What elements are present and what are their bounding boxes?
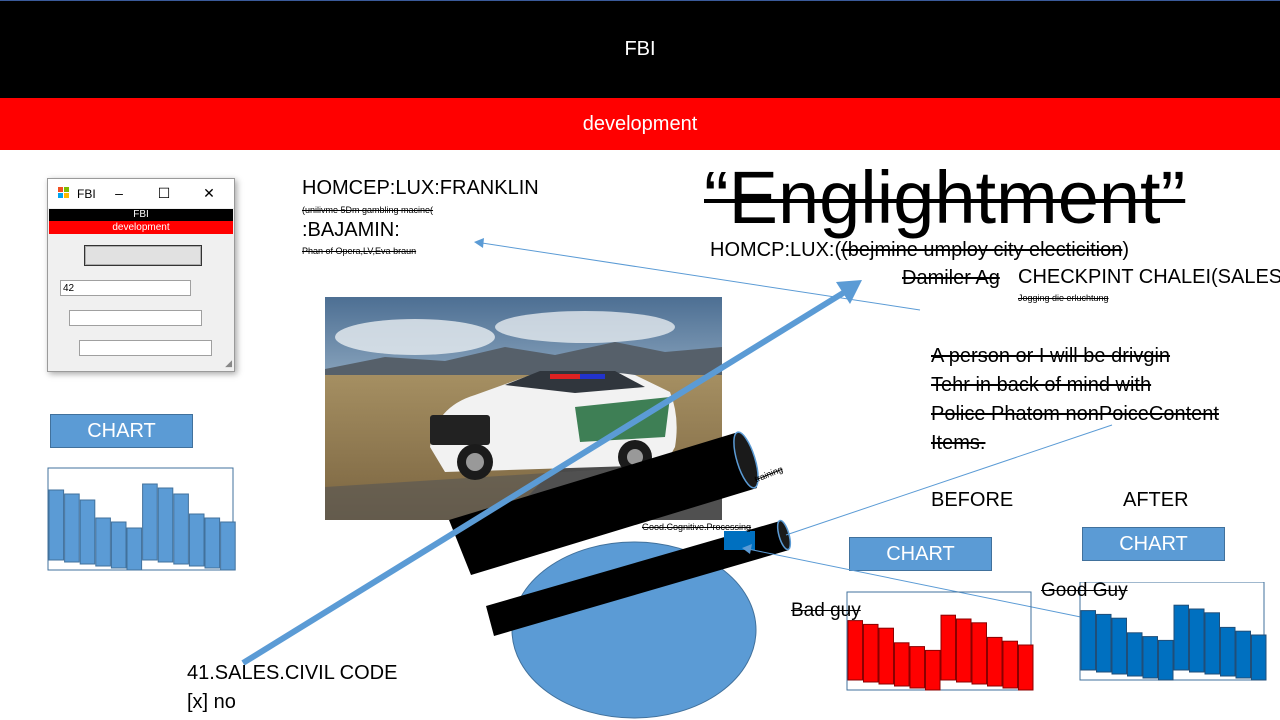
- chart-bar: [894, 642, 910, 687]
- chart-bar: [940, 614, 956, 681]
- chart-bar: [1204, 612, 1220, 675]
- thin-line-2: [785, 424, 1113, 536]
- chart-bar: [1142, 636, 1158, 679]
- chart-bar: [1111, 617, 1127, 675]
- chart-bar: [847, 620, 863, 681]
- chart-bar: [956, 618, 972, 683]
- bad-guy-label: Bad guy: [791, 600, 861, 621]
- chart-bar: [925, 649, 941, 691]
- chart-bar: [987, 636, 1003, 687]
- chart-bar: [1173, 604, 1189, 671]
- sales-code-label: 41.SALES.CIVIL CODE: [187, 662, 398, 684]
- thin-arrow-1: [481, 242, 921, 311]
- chart-bar: [1220, 626, 1236, 677]
- chart-bar: [971, 622, 987, 685]
- chart-bar: [1158, 639, 1174, 681]
- good-guy-label: Good Guy: [1041, 580, 1128, 601]
- chart-bar: [909, 646, 925, 689]
- chart-bar: [863, 623, 879, 683]
- chart-bar: [1002, 640, 1018, 689]
- bad-guy-bar-chart: [846, 591, 1034, 691]
- chart-bar: [1127, 632, 1143, 677]
- checkbox-line: [x] no: [187, 691, 236, 713]
- chart-bar: [1096, 613, 1112, 673]
- chart-bar: [878, 627, 894, 685]
- chart-bar: [1189, 608, 1205, 673]
- thin-arrow-1-head: [474, 238, 484, 248]
- cognitive-label: Good.Cognitive.Processing: [642, 522, 752, 532]
- chart-bar: [1235, 630, 1251, 679]
- chart-bar: [1018, 644, 1034, 691]
- chart-bar: [1080, 610, 1096, 671]
- chart-bar: [1251, 634, 1267, 681]
